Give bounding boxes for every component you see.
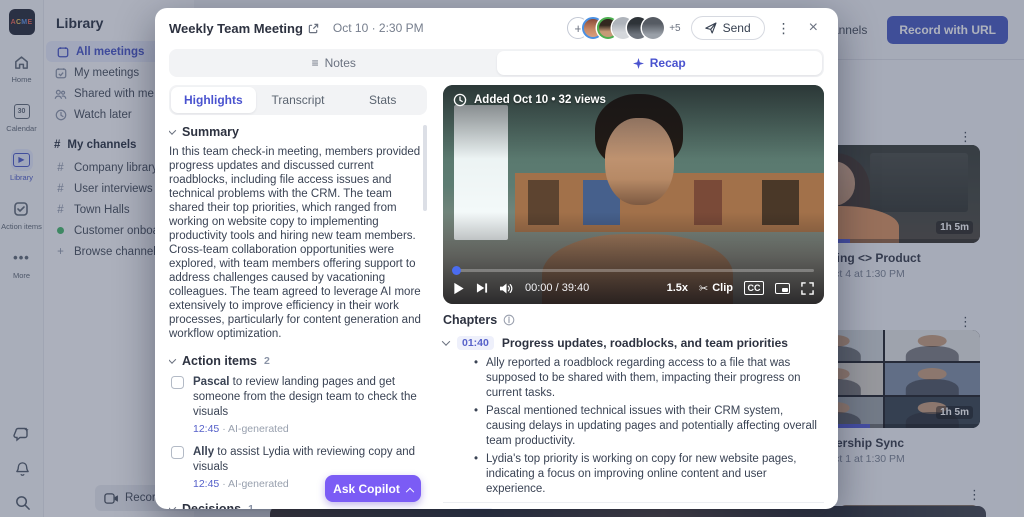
chevron-down-icon <box>169 503 176 509</box>
meeting-title: Weekly Team Meeting <box>169 21 303 36</box>
subtab-transcript[interactable]: Transcript <box>256 87 341 113</box>
play-button[interactable] <box>453 282 465 295</box>
external-link-icon[interactable] <box>308 23 319 34</box>
clock-icon <box>453 93 467 107</box>
ai-generated-label: AI-generated <box>228 478 289 490</box>
chapter-bullets: Ally reported a roadblock regarding acce… <box>473 356 824 496</box>
action-item-checkbox[interactable] <box>171 376 184 389</box>
tab-recap[interactable]: Recap <box>497 51 823 75</box>
chevron-down-icon <box>169 126 176 134</box>
ask-copilot-button[interactable]: Ask Copilot <box>325 475 421 502</box>
tab-notes[interactable]: ≡ Notes <box>171 51 497 75</box>
meeting-datetime: Oct 10 · 2:30 PM <box>333 21 424 35</box>
app-window: ACME Home 30 Calendar ▶ Library Action i… <box>0 0 1024 517</box>
pip-icon[interactable] <box>775 283 790 294</box>
subtab-bar: Highlights Transcript Stats <box>169 85 427 115</box>
assignee-name: Pascal <box>193 376 229 388</box>
chevron-down-icon <box>169 356 176 364</box>
fullscreen-icon[interactable] <box>801 282 814 295</box>
chevron-down-icon <box>442 337 450 345</box>
chevron-up-icon <box>406 487 414 495</box>
send-plane-icon <box>705 22 717 34</box>
subtab-highlights[interactable]: Highlights <box>171 87 256 113</box>
video-controls: 00:00 / 39:40 1.5x ✂ Clip CC <box>443 272 824 304</box>
volume-icon[interactable] <box>499 282 514 295</box>
notes-recap-tabbar: ≡ Notes Recap <box>169 49 824 77</box>
summary-header[interactable]: Summary <box>169 125 427 139</box>
summary-text: In this team check-in meeting, members p… <box>169 145 427 341</box>
chapter-bullet: Ally reported a roadblock regarding acce… <box>473 356 824 401</box>
avatar[interactable] <box>642 17 664 39</box>
chapter-row[interactable]: 09:29 Cross-team collaboration opportuni… <box>443 502 824 509</box>
action-item-checkbox[interactable] <box>171 446 184 459</box>
chapter-timestamp[interactable]: 09:29 <box>457 508 494 509</box>
meeting-title-row: Weekly Team Meeting <box>169 21 319 36</box>
kebab-menu-icon[interactable]: ⋮ <box>775 20 793 37</box>
playback-speed-button[interactable]: 1.5x <box>667 282 688 294</box>
chapter-bullet: Pascal mentioned technical issues with t… <box>473 404 824 449</box>
clip-button[interactable]: ✂ Clip <box>699 282 733 295</box>
video-player[interactable]: Added Oct 10 • 32 views 00:00 / <box>443 85 824 304</box>
chapters-header: Chapters <box>443 313 824 327</box>
timestamp-link[interactable]: 12:45 <box>193 478 219 490</box>
decisions-header[interactable]: Decisions 1 <box>169 502 427 509</box>
participant-avatars: + +5 <box>567 17 680 39</box>
info-icon[interactable] <box>503 314 515 326</box>
avatar-overflow-count[interactable]: +5 <box>669 23 680 34</box>
scissors-icon: ✂ <box>699 282 708 295</box>
highlights-panel: Highlights Transcript Stats Summary In t… <box>169 85 427 509</box>
ai-generated-label: AI-generated <box>228 423 289 435</box>
sparkle-icon <box>633 58 644 69</box>
assignee-name: Ally <box>193 446 214 458</box>
subtab-stats[interactable]: Stats <box>340 87 425 113</box>
video-meta-overlay: Added Oct 10 • 32 views <box>453 93 606 107</box>
timestamp-link[interactable]: 12:45 <box>193 423 219 435</box>
chapter-timestamp[interactable]: 01:40 <box>457 336 494 350</box>
chapter-bullet: Lydia's top priority is working on copy … <box>473 452 824 497</box>
close-icon[interactable]: × <box>803 19 824 37</box>
next-frame-button[interactable] <box>476 282 488 294</box>
action-items-count: 2 <box>264 355 270 367</box>
recap-panel: Added Oct 10 • 32 views 00:00 / <box>443 85 824 509</box>
scrollbar[interactable] <box>423 125 427 211</box>
chapter-row-expanded[interactable]: 01:40 Progress updates, roadblocks, and … <box>443 331 824 355</box>
action-items-header[interactable]: Action items 2 <box>169 354 427 368</box>
video-time: 00:00 / 39:40 <box>525 282 589 294</box>
modal-header: Weekly Team Meeting Oct 10 · 2:30 PM + +… <box>155 8 838 48</box>
action-item: Pascal to review landing pages and get s… <box>171 375 427 435</box>
notes-list-icon: ≡ <box>312 56 319 70</box>
send-button[interactable]: Send <box>691 16 765 40</box>
meeting-recap-modal: Weekly Team Meeting Oct 10 · 2:30 PM + +… <box>155 8 838 509</box>
decisions-count: 1 <box>248 503 254 509</box>
captions-button[interactable]: CC <box>744 281 764 295</box>
